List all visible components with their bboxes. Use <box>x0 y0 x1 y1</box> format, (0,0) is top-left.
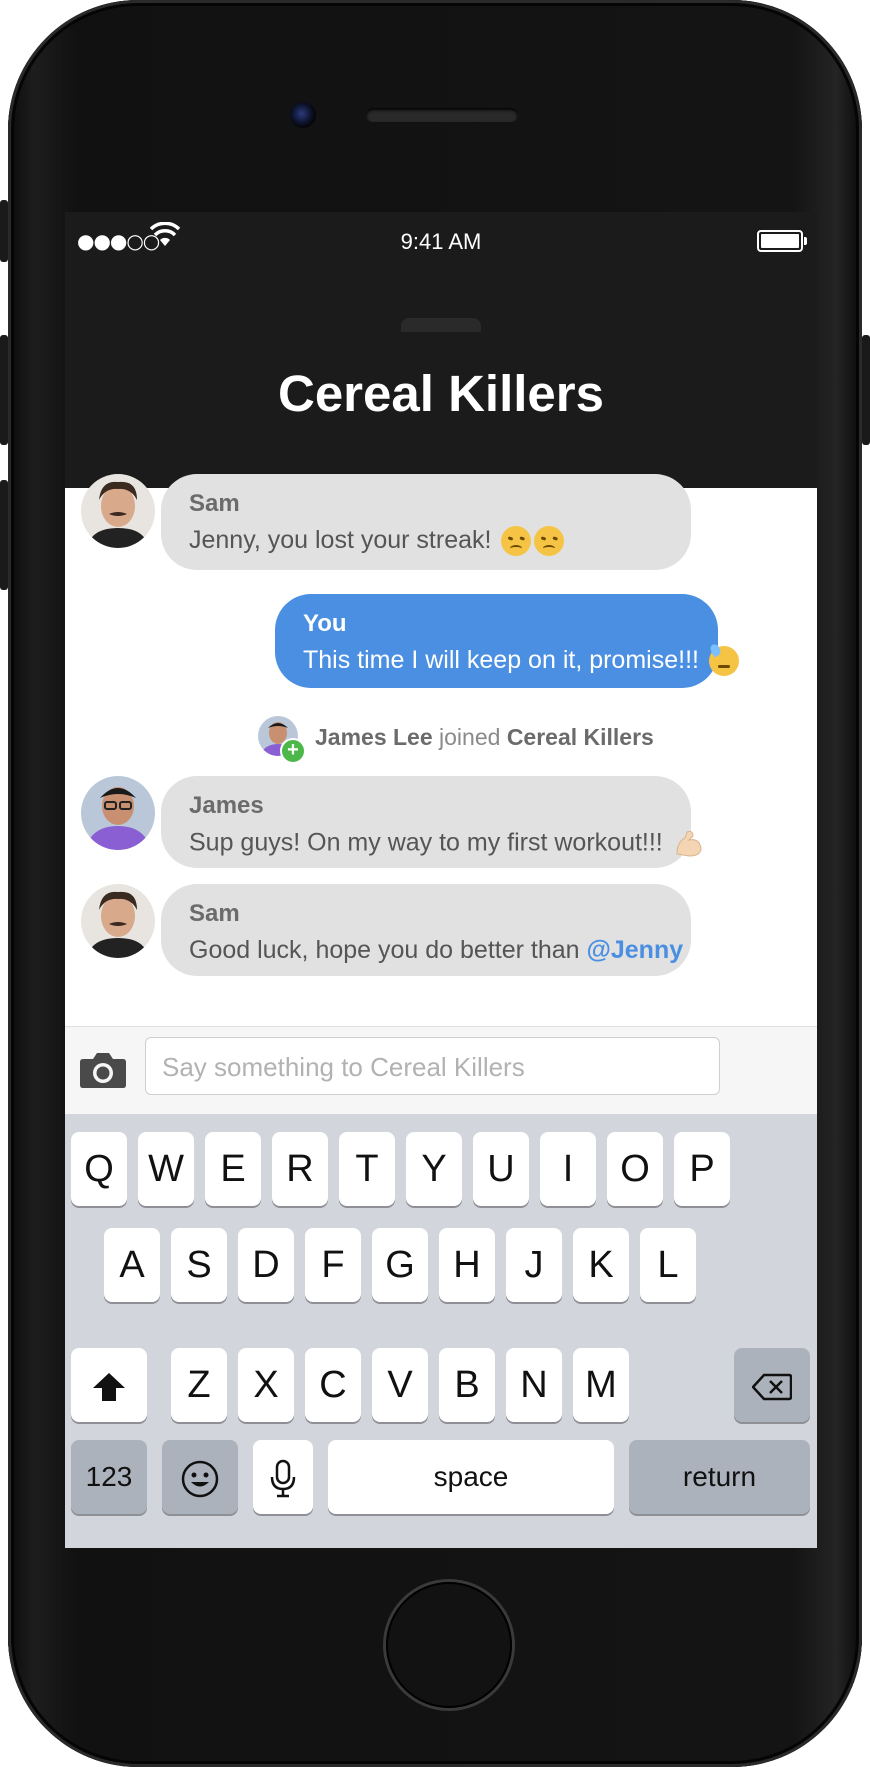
avatar-sam[interactable] <box>81 884 155 958</box>
navigation-bar: Cereal Killers <box>65 272 817 488</box>
backspace-icon <box>751 1373 793 1401</box>
key-p[interactable]: P <box>674 1132 730 1206</box>
phone-frame: ●●●○○ 9:41 AM Cereal Killers Sam Jenny, … <box>0 0 870 1767</box>
key-m[interactable]: M <box>573 1348 629 1422</box>
key-q[interactable]: Q <box>71 1132 127 1206</box>
composer-bar: Say something to Cereal Killers <box>65 1026 817 1115</box>
message-sender: Sam <box>189 900 240 927</box>
mute-switch <box>0 200 8 262</box>
key-t[interactable]: T <box>339 1132 395 1206</box>
message-sender: James <box>189 792 264 819</box>
mention-link[interactable]: @Jenny <box>587 936 684 964</box>
numbers-key[interactable]: 123 <box>71 1440 147 1514</box>
nav-handle <box>401 318 481 332</box>
sweat-face-icon <box>708 646 739 677</box>
camera-icon[interactable] <box>79 1051 127 1089</box>
delete-key[interactable] <box>734 1348 810 1422</box>
key-y[interactable]: Y <box>406 1132 462 1206</box>
screen: ●●●○○ 9:41 AM Cereal Killers Sam Jenny, … <box>65 212 817 1548</box>
battery-icon <box>757 230 807 252</box>
avatar-sam[interactable] <box>81 474 155 548</box>
message-sender: Sam <box>189 490 240 517</box>
key-c[interactable]: C <box>305 1348 361 1422</box>
key-e[interactable]: E <box>205 1132 261 1206</box>
page-title: Cereal Killers <box>277 365 605 422</box>
key-b[interactable]: B <box>439 1348 495 1422</box>
message-input[interactable]: Say something to Cereal Killers <box>145 1037 720 1095</box>
key-r[interactable]: R <box>272 1132 328 1206</box>
key-f[interactable]: F <box>305 1228 361 1302</box>
message-text: This time I will keep on it, promise!!! <box>303 646 739 677</box>
emoji-key[interactable] <box>162 1440 238 1514</box>
message-bubble[interactable]: James Sup guys! On my way to my first wo… <box>161 776 702 868</box>
key-h[interactable]: H <box>439 1228 495 1302</box>
key-o[interactable]: O <box>607 1132 663 1206</box>
message-text: Jenny, you lost your streak! <box>189 526 565 557</box>
space-key[interactable]: space <box>328 1440 614 1514</box>
message-bubble-mine[interactable]: You This time I will keep on it, promise… <box>275 594 739 688</box>
microphone-icon <box>270 1459 296 1498</box>
status-bar: ●●●○○ 9:41 AM <box>65 212 817 272</box>
key-i[interactable]: I <box>540 1132 596 1206</box>
key-x[interactable]: X <box>238 1348 294 1422</box>
avatar-sam-image <box>81 474 155 548</box>
join-plus-icon: + <box>280 738 306 764</box>
key-z[interactable]: Z <box>171 1348 227 1422</box>
message-bubble[interactable]: Sam Jenny, you lost your streak! <box>161 474 691 570</box>
message-list[interactable]: Sam Jenny, you lost your streak! You Thi… <box>65 474 817 1026</box>
avatar-sam-image <box>81 884 155 958</box>
key-g[interactable]: G <box>372 1228 428 1302</box>
power-button <box>862 335 870 445</box>
volume-up-button <box>0 335 8 445</box>
key-k[interactable]: K <box>573 1228 629 1302</box>
emoji-face-icon <box>181 1460 219 1498</box>
earpiece-speaker <box>366 108 518 122</box>
key-n[interactable]: N <box>506 1348 562 1422</box>
key-l[interactable]: L <box>640 1228 696 1302</box>
volume-down-button <box>0 480 8 590</box>
message-bubble[interactable]: Sam Good luck, hope you do better than @… <box>161 884 691 976</box>
join-event: + James Lee joined Cereal Killers <box>258 716 778 764</box>
message-sender: You <box>303 610 347 637</box>
avatar-james-image <box>81 776 155 850</box>
key-u[interactable]: U <box>473 1132 529 1206</box>
key-v[interactable]: V <box>372 1348 428 1422</box>
disappointed-face-icon <box>534 526 565 557</box>
status-time: 9:41 AM <box>400 229 482 254</box>
message-text: Sup guys! On my way to my first workout!… <box>189 828 705 860</box>
key-a[interactable]: A <box>104 1228 160 1302</box>
shift-arrow-icon <box>93 1372 125 1401</box>
front-camera <box>290 102 316 128</box>
avatar-james[interactable] <box>81 776 155 850</box>
dictation-key[interactable] <box>253 1440 313 1514</box>
key-s[interactable]: S <box>171 1228 227 1302</box>
return-key[interactable]: return <box>629 1440 810 1514</box>
keyboard: QWERTYUIOP ASDFGHJKL ZXCVBNM 123 space r… <box>65 1114 817 1548</box>
key-j[interactable]: J <box>506 1228 562 1302</box>
shift-key[interactable] <box>71 1348 147 1422</box>
message-text: Good luck, hope you do better than @Jenn… <box>189 936 684 964</box>
disappointed-face-icon <box>501 526 532 557</box>
home-button[interactable] <box>386 1582 512 1708</box>
key-w[interactable]: W <box>138 1132 194 1206</box>
flexed-biceps-icon <box>676 831 702 857</box>
key-d[interactable]: D <box>238 1228 294 1302</box>
join-event-text: James Lee joined Cereal Killers <box>315 724 654 750</box>
